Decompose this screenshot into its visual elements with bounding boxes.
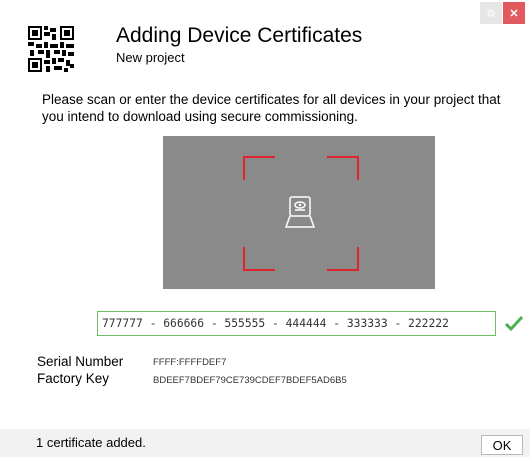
scan-frame-corner-top-right: [327, 156, 359, 180]
status-text: 1 certificate added.: [36, 435, 146, 450]
factory-key-label: Factory Key: [37, 371, 110, 386]
project-name: New project: [116, 50, 185, 65]
qr-code-icon: [28, 26, 74, 72]
certificate-input[interactable]: [97, 311, 496, 336]
page-title: Adding Device Certificates: [116, 24, 363, 47]
scan-frame-corner-bottom-left: [243, 247, 275, 271]
ok-button[interactable]: OK: [481, 435, 523, 455]
instructions-text: Please scan or enter the device certific…: [42, 92, 501, 124]
scanner-viewport[interactable]: [163, 136, 435, 289]
serial-number-value: FFFF:FFFFDEF7: [153, 357, 227, 368]
scan-frame-corner-top-left: [243, 156, 275, 180]
close-icon: ✕: [509, 7, 519, 20]
scan-frame-corner-bottom-right: [327, 247, 359, 271]
gear-icon: ⚙: [486, 7, 496, 20]
settings-button[interactable]: ⚙: [480, 2, 502, 24]
checkmark-icon: [504, 315, 524, 332]
close-button[interactable]: ✕: [503, 2, 525, 24]
serial-number-label: Serial Number: [37, 354, 124, 369]
status-bar: 1 certificate added. OK: [0, 429, 530, 457]
factory-key-value: BDEEF7BDEF79CE739CDEF7BDEF5AD6B5: [153, 375, 347, 386]
webcam-icon: [285, 196, 315, 228]
